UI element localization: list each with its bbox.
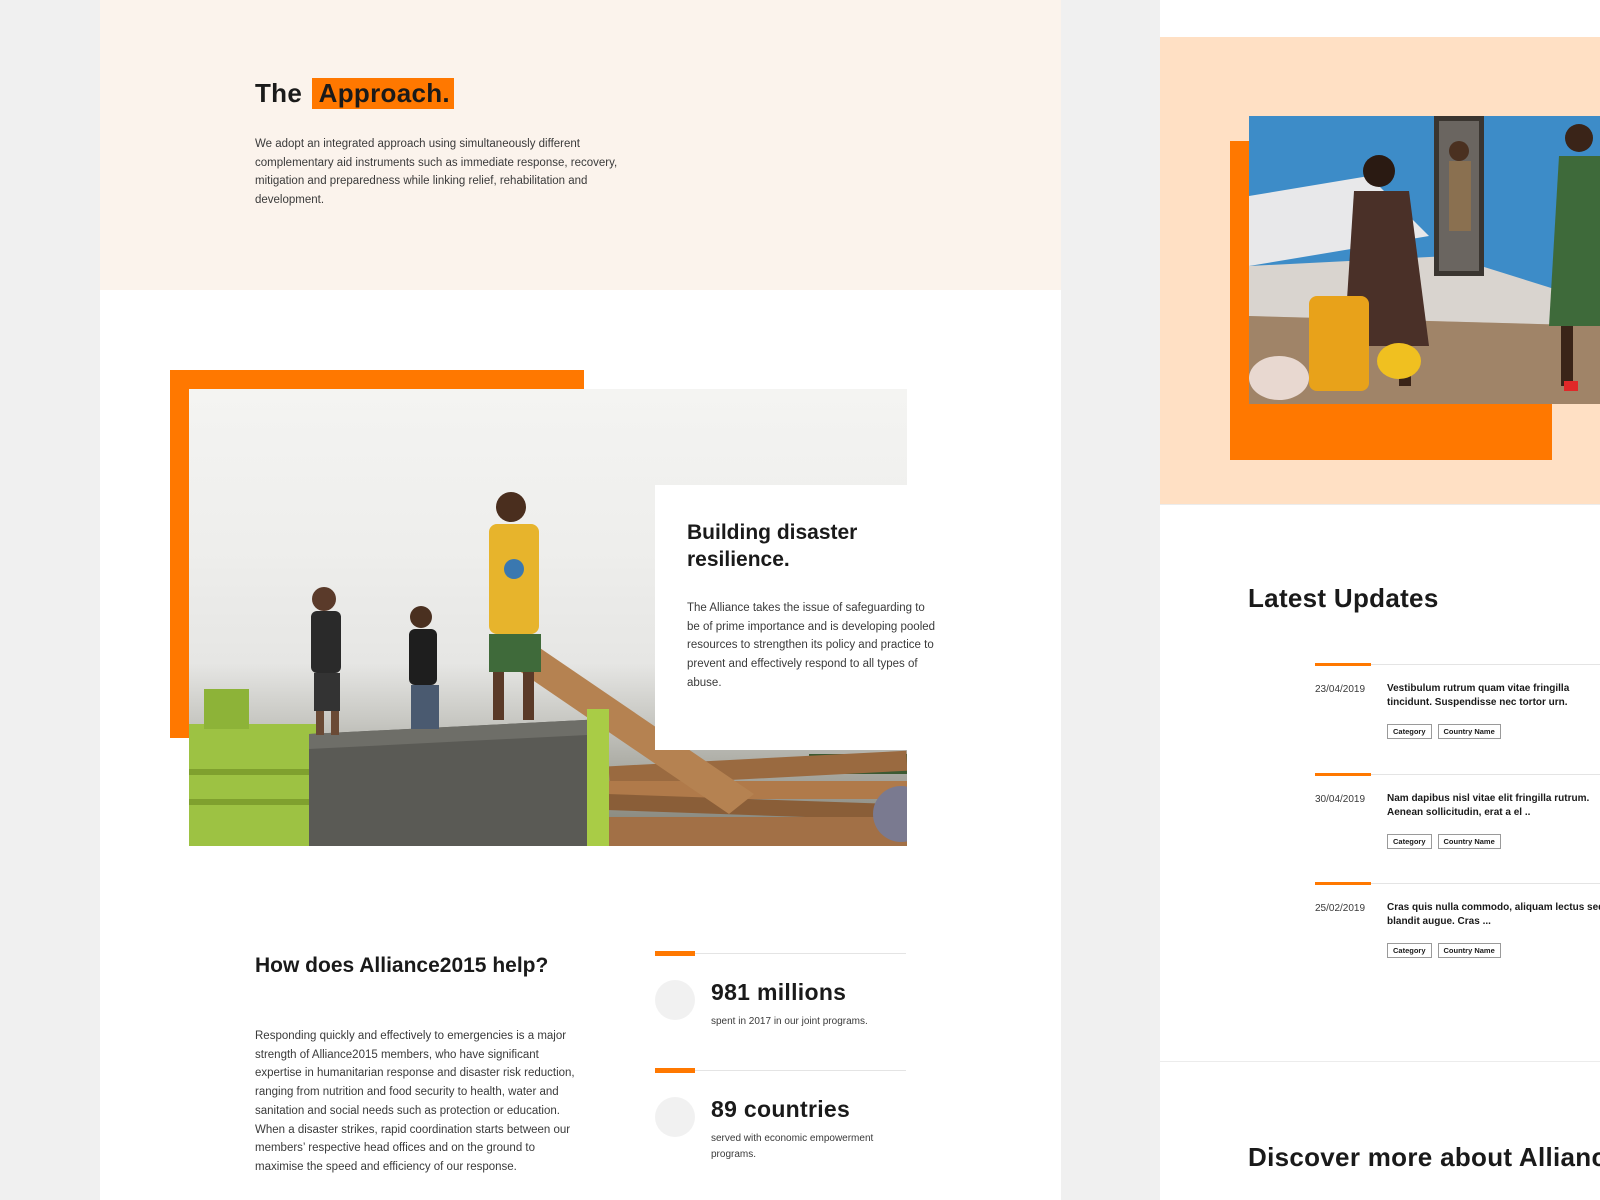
tag-category[interactable]: Category [1387, 724, 1432, 739]
person-doorway [1449, 141, 1469, 161]
update-date: 30/04/2019 [1315, 794, 1366, 805]
water-photo [1249, 116, 1600, 404]
help-text: Responding quickly and effectively to em… [255, 1030, 575, 1173]
update-tags: Category Country Name [1387, 724, 1501, 739]
resilience-text: The Alliance takes the issue of safeguar… [687, 602, 936, 689]
tag-category[interactable]: Category [1387, 943, 1432, 958]
tag-country[interactable]: Country Name [1437, 834, 1501, 849]
tag-category[interactable]: Category [1387, 834, 1432, 849]
approach-heading: The Approach. [255, 78, 454, 109]
hero-image-section [1160, 37, 1600, 504]
truck-shape [189, 689, 609, 846]
update-item[interactable]: 30/04/2019 Nam dapibus nisl vitae elit f… [1315, 773, 1600, 864]
stat-value: 981 millions [711, 979, 847, 1005]
approach-title-highlight: Approach. [311, 78, 454, 109]
stat-icon-placeholder [655, 1097, 695, 1137]
approach-text: We adopt an integrated approach using si… [255, 138, 618, 207]
update-date: 23/04/2019 [1315, 684, 1366, 695]
tag-country[interactable]: Country Name [1437, 724, 1501, 739]
section-divider [1160, 1061, 1600, 1062]
resilience-card: Building disaster resilience. The Allian… [655, 485, 945, 750]
update-accent-bar [1315, 663, 1371, 666]
stat-value: 89 countries [711, 1096, 851, 1122]
jerrycan [1309, 296, 1369, 391]
person-middle [409, 606, 439, 729]
person-left [311, 587, 341, 735]
help-title: How does Alliance2015 help? [255, 954, 549, 977]
update-title-link[interactable]: Nam dapibus nisl vitae elit fringilla ru… [1387, 792, 1600, 820]
update-date: 25/02/2019 [1315, 903, 1366, 914]
stat-caption: spent in 2017 in our joint programs. [711, 1016, 868, 1027]
update-accent-bar [1315, 773, 1371, 776]
update-tags: Category Country Name [1387, 834, 1501, 849]
approach-section: The Approach. We adopt an integrated app… [100, 0, 1061, 290]
update-item[interactable]: 25/02/2019 Cras quis nulla commodo, aliq… [1315, 882, 1600, 973]
update-accent-bar [1315, 882, 1371, 885]
person-right [489, 492, 541, 720]
teapot [1377, 343, 1421, 379]
right-artboard: Latest Updates 23/04/2019 Vestibulum rut… [1160, 0, 1600, 1200]
accent-frame-left [170, 370, 190, 738]
tag-country[interactable]: Country Name [1437, 943, 1501, 958]
white-bag [1249, 356, 1309, 400]
approach-title-prefix: The [255, 78, 303, 108]
update-item[interactable]: 23/04/2019 Vestibulum rutrum quam vitae … [1315, 663, 1600, 754]
resilience-title: Building disaster resilience. [687, 521, 858, 571]
stat-icon-placeholder [655, 980, 695, 1020]
discover-title: Discover more about Alliance2015 [1248, 1142, 1600, 1172]
section-divider [1160, 504, 1600, 505]
accent-frame-top [170, 370, 584, 390]
water-photo-illustration [1249, 116, 1600, 404]
stat-accent-bar [655, 951, 695, 956]
red-object [1564, 381, 1578, 391]
stat-accent-bar [655, 1068, 695, 1073]
update-tags: Category Country Name [1387, 943, 1501, 958]
updates-title: Latest Updates [1248, 583, 1439, 613]
update-title-link[interactable]: Cras quis nulla commodo, aliquam lectus … [1387, 901, 1600, 929]
update-title-link[interactable]: Vestibulum rutrum quam vitae fringilla t… [1387, 682, 1600, 710]
stat-caption: served with economic empowerment program… [711, 1133, 874, 1160]
left-artboard: The Approach. We adopt an integrated app… [100, 0, 1061, 1200]
